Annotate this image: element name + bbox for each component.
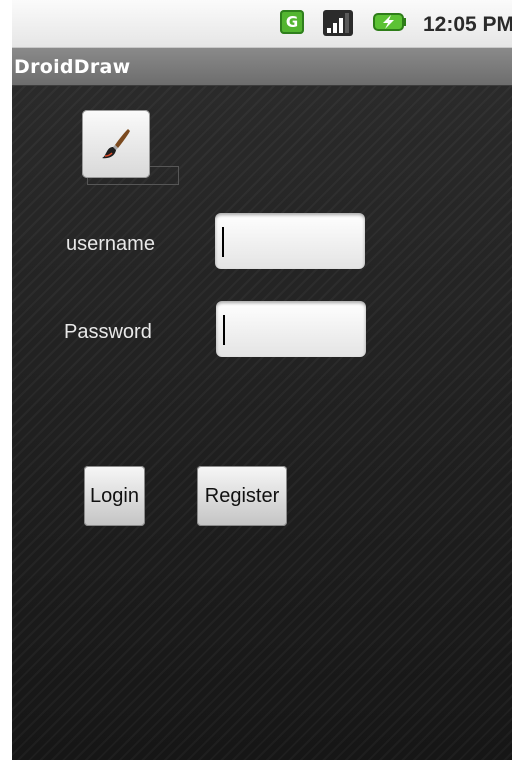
register-button[interactable]: Register — [197, 466, 287, 526]
app-title: DroidDraw — [14, 56, 131, 78]
signal-icon — [323, 10, 353, 36]
network-g-icon: G — [280, 10, 304, 34]
title-bar: DroidDraw — [12, 48, 512, 86]
network-badge-text: G — [285, 12, 299, 31]
status-bar: G 12:05 PM — [12, 0, 512, 48]
content-area: username Password Login Register — [12, 86, 512, 760]
text-cursor — [223, 315, 225, 345]
password-label: Password — [64, 321, 152, 343]
status-clock: 12:05 PM — [423, 13, 512, 36]
password-field[interactable] — [216, 301, 366, 357]
text-cursor — [222, 227, 224, 257]
app-screen: G 12:05 PM DroidDraw username Password L… — [0, 0, 512, 760]
image-button[interactable] — [82, 110, 150, 178]
login-button[interactable]: Login — [84, 466, 145, 526]
username-label: username — [66, 233, 155, 255]
paintbrush-icon — [102, 129, 130, 159]
username-field[interactable] — [215, 213, 365, 269]
battery-charging-icon — [373, 12, 407, 32]
